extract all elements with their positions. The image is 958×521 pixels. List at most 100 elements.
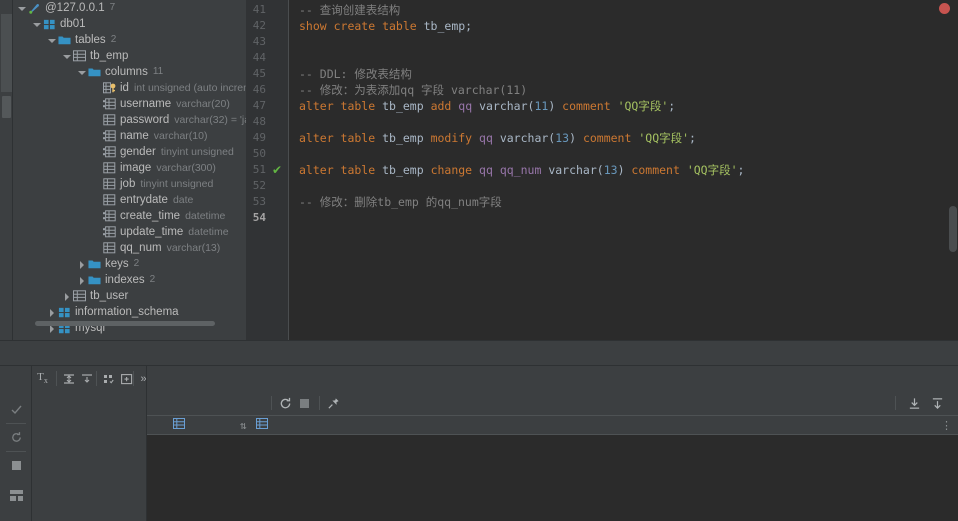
code-token: ) [548, 99, 563, 113]
db-tree-node-job[interactable]: job tinyint unsigned [13, 176, 246, 192]
db-tree-node-tb_user[interactable]: tb_user [13, 288, 246, 304]
code-line-43[interactable] [289, 34, 958, 50]
gutter-line-number: 43 [252, 35, 266, 48]
db-tree-node-information_schema[interactable]: information_schema [13, 304, 246, 320]
code-line-51[interactable]: alter table tb_emp change qq qq_num varc… [289, 162, 958, 178]
db-tree-node-type: varchar(20) [176, 98, 230, 110]
db-tree-node-127001[interactable]: @127.0.0.1 7 [13, 0, 246, 16]
chevron-down-icon[interactable] [17, 4, 26, 13]
gutter-line-number: 47 [252, 99, 266, 112]
db-tree-node-label: keys [105, 258, 129, 270]
editor-code-area[interactable]: -- 查询创建表结构 show create table tb_emp; -- DD… [289, 0, 958, 340]
chevron-right-icon[interactable] [77, 260, 86, 269]
error-indicator[interactable] [939, 3, 950, 14]
code-line-53[interactable]: -- 修改：删除tb_emp 的qq_num字段 [289, 194, 958, 210]
result-grid-body[interactable] [147, 435, 958, 521]
database-tree[interactable]: @127.0.0.1 7 db01 tables 2 tb_emp columns 11 id i… [13, 0, 246, 340]
code-token: tb_emp [375, 99, 431, 113]
code-line-42[interactable]: show create table tb_emp; [289, 18, 958, 34]
db-tree-node-type: varchar(10) [153, 130, 208, 142]
code-line-48[interactable] [289, 114, 958, 130]
code-token: 11 [534, 99, 549, 113]
schema-icon [58, 306, 71, 319]
db-tree-node-qq_num[interactable]: qq_num varchar(13) [13, 240, 246, 256]
code-line-41[interactable]: -- 查询创建表结构 [289, 2, 958, 18]
chevron-right-icon[interactable] [62, 292, 71, 301]
db-tree-node-create_time[interactable]: create_time datetime [13, 208, 246, 224]
stop-icon[interactable] [300, 395, 309, 411]
db-tree-node-indexes[interactable]: indexes 2 [13, 272, 246, 288]
db-tree-node-image[interactable]: image varchar(300) [13, 160, 246, 176]
result-grid-header: ⇅ ⋮ [147, 415, 958, 435]
code-token: tb_emp; [416, 19, 473, 33]
chevron-right-icon[interactable] [77, 276, 86, 285]
column-sort-indicator[interactable]: ⇅ [240, 416, 247, 435]
db-tree-node-label: password [120, 114, 170, 126]
code-line-49[interactable]: alter table tb_emp modify qq varchar(13)… [289, 130, 958, 146]
db-tree-node-db01[interactable]: db01 [13, 16, 246, 32]
pin-icon[interactable] [327, 395, 340, 411]
db-tree-node-name[interactable]: name varchar(10) [13, 128, 246, 144]
db-tree-node-update_time[interactable]: update_time datetime [13, 224, 246, 240]
column-header-table[interactable] [173, 416, 189, 435]
db-tree-node-tables[interactable]: tables 2 [13, 32, 246, 48]
code-token: ; [668, 99, 676, 113]
chevron-down-icon[interactable] [32, 20, 41, 29]
code-token: varchar( [472, 99, 535, 113]
column-idx-icon [103, 209, 116, 223]
group-icon[interactable] [100, 370, 117, 387]
db-tree-node-id[interactable]: id int unsigned (auto increment) [13, 80, 246, 96]
refresh-icon[interactable] [279, 395, 292, 411]
code-line-46[interactable]: -- 修改：为表添加qq 字段 varchar(11) [289, 82, 958, 98]
chevron-down-icon[interactable] [62, 52, 71, 61]
code-line-52[interactable] [289, 178, 958, 194]
stop-icon[interactable] [7, 456, 25, 474]
rerun-icon[interactable] [7, 428, 25, 446]
grid-settings-icon[interactable]: ⋮ [941, 416, 952, 435]
code-line-45[interactable]: -- DDL: 修改表结构 [289, 66, 958, 82]
db-tree-node-gender[interactable]: gender tinyint unsigned [13, 144, 246, 160]
code-token: qq_num [499, 163, 542, 177]
chevron-right-icon[interactable] [47, 308, 56, 317]
structure-vertical-tab[interactable] [2, 96, 11, 118]
result-toolbar [147, 391, 958, 415]
column-icon [103, 193, 116, 207]
code-line-47[interactable]: alter table tb_emp add qq varchar(11) co… [289, 98, 958, 114]
code-line-50[interactable] [289, 146, 958, 162]
chevron-down-icon[interactable] [47, 36, 56, 45]
code-token: -- 修改：为表添加qq 字段 varchar(11) [299, 83, 528, 97]
db-tree-horizontal-scrollbar[interactable] [35, 321, 215, 326]
layout-icon[interactable] [7, 486, 25, 504]
check-icon[interactable] [7, 400, 25, 418]
db-tree-node-type: varchar(32) = 'jav [174, 114, 246, 126]
db-tree-node-username[interactable]: username varchar(20) [13, 96, 246, 112]
code-token: tb_emp [375, 131, 431, 145]
db-tree-node-tb_emp[interactable]: tb_emp [13, 48, 246, 64]
db-tree-node-password[interactable]: password varchar(32) = 'jav [13, 112, 246, 128]
editor-vertical-scrollbar[interactable] [949, 206, 957, 252]
code-token: comment [582, 131, 632, 145]
database-vertical-tab[interactable] [1, 14, 12, 92]
db-tree-node-columns[interactable]: columns 11 [13, 64, 246, 80]
sql-editor[interactable]: 41 42 43 44 45 46 47 48 49 50 51 ✔ 52 53 54 -- 查询创建表结构… [246, 0, 958, 340]
tx-icon[interactable]: Tx [34, 370, 51, 387]
collapse-all-icon[interactable] [78, 370, 95, 387]
chevron-down-icon[interactable] [77, 68, 86, 77]
services-tree[interactable] [33, 391, 146, 521]
code-line-44[interactable] [289, 50, 958, 66]
db-tree-node-entrydate[interactable]: entrydate date [13, 192, 246, 208]
column-idx-icon [103, 97, 116, 111]
column-header-create-table[interactable] [256, 416, 272, 435]
db-tree-node-keys[interactable]: keys 2 [13, 256, 246, 272]
editor-gutter[interactable]: 41 42 43 44 45 46 47 48 49 50 51 ✔ 52 53 54 [246, 0, 288, 340]
db-tree-node-label: tb_emp [90, 50, 129, 62]
column-icon [103, 241, 116, 255]
code-token: change [430, 163, 473, 177]
expand-all-icon[interactable] [60, 370, 77, 387]
export-icon[interactable] [931, 395, 944, 411]
statement-success-icon[interactable]: ✔ [272, 162, 282, 178]
gutter-line-number: 48 [252, 115, 266, 128]
import-icon[interactable] [908, 395, 921, 411]
